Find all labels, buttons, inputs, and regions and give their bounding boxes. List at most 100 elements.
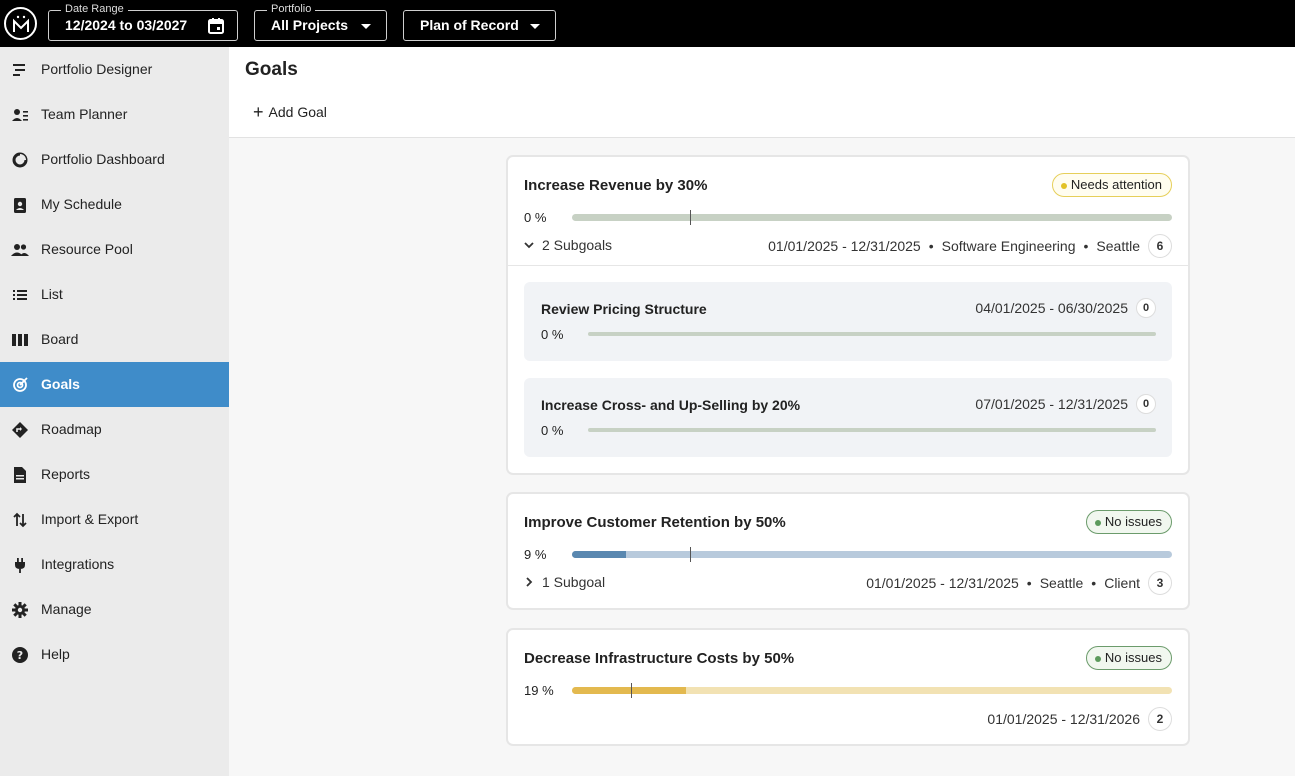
status-badge: Needs attention: [1051, 173, 1172, 197]
sidebar-item-label: Import & Export: [41, 511, 139, 527]
sidebar-item-my-schedule[interactable]: My Schedule: [0, 182, 229, 227]
goals-icon: [13, 377, 28, 392]
sidebar-item-board[interactable]: Board: [0, 317, 229, 362]
goal-client: Client: [1104, 575, 1140, 591]
status-dot-icon: [1060, 183, 1067, 189]
resource-pool-icon: [11, 244, 29, 256]
subgoal-dates: 07/01/2025 - 12/31/2025: [975, 396, 1128, 412]
chevron-down-icon: [530, 24, 540, 29]
goal-dates: 01/01/2025 - 12/31/2026: [987, 711, 1140, 727]
subgoal-card[interactable]: Increase Cross- and Up-Selling by 20% 07…: [524, 378, 1172, 457]
help-icon: ?: [12, 647, 28, 663]
subgoal-title: Increase Cross- and Up-Selling by 20%: [541, 397, 801, 413]
sidebar-item-label: List: [41, 286, 63, 302]
goal-card[interactable]: Increase Revenue by 30% Needs attention …: [506, 155, 1190, 475]
goal-meta: 01/01/2025 - 12/31/2025 • Software Engin…: [768, 234, 1172, 258]
status-badge: No issues: [1085, 646, 1172, 670]
goal-title: Increase Revenue by 30%: [524, 177, 708, 194]
integrations-icon: [15, 558, 25, 573]
goal-count-badge: 6: [1148, 234, 1172, 258]
sidebar-item-team-planner[interactable]: Team Planner: [0, 92, 229, 137]
sidebar-item-integrations[interactable]: Integrations: [0, 542, 229, 587]
portfolio-designer-icon: [13, 64, 25, 76]
plan-value: Plan of Record: [420, 17, 519, 33]
plan-select[interactable]: Plan of Record: [403, 10, 556, 41]
progress-bar: [572, 210, 1172, 225]
sidebar-item-roadmap[interactable]: Roadmap: [0, 407, 229, 452]
subgoal-card[interactable]: Review Pricing Structure 04/01/2025 - 06…: [524, 282, 1172, 361]
subgoal-count-badge: 0: [1136, 298, 1156, 318]
sidebar-item-label: Reports: [41, 466, 91, 482]
page-header: Goals + Add Goal: [229, 47, 1295, 138]
add-goal-label: Add Goal: [268, 104, 327, 120]
subgoals-toggle[interactable]: 2 Subgoals: [524, 237, 612, 253]
board-icon: [12, 334, 28, 346]
sidebar-item-manage[interactable]: Manage: [0, 587, 229, 632]
goal-title: Decrease Infrastructure Costs by 50%: [524, 650, 795, 667]
sidebar-item-reports[interactable]: Reports: [0, 452, 229, 497]
sidebar-item-label: Portfolio Dashboard: [41, 151, 165, 167]
subgoal-dates: 04/01/2025 - 06/30/2025: [975, 300, 1128, 316]
sidebar-item-resource-pool[interactable]: Resource Pool: [0, 227, 229, 272]
status-label: No issues: [1104, 650, 1162, 665]
progress-bar: [572, 547, 1172, 562]
status-dot-icon: [1094, 520, 1101, 526]
goal-card[interactable]: Improve Customer Retention by 50% No iss…: [506, 492, 1190, 610]
today-marker: [631, 683, 632, 698]
app-logo[interactable]: [4, 7, 37, 40]
calendar-icon[interactable]: [207, 17, 225, 40]
goal-location: Seattle: [1039, 575, 1084, 591]
sidebar-item-label: Integrations: [41, 556, 115, 572]
goal-percent: 19 %: [524, 683, 554, 698]
chevron-right-icon: [526, 577, 533, 587]
sidebar-item-import-export[interactable]: Import & Export: [0, 497, 229, 542]
subgoal-progress-bar: [588, 428, 1156, 432]
portfolio-label: Portfolio: [267, 2, 316, 16]
progress-fill: [572, 551, 626, 558]
subgoal-progress-bar: [588, 332, 1156, 336]
team-planner-icon: [12, 109, 28, 121]
status-label: No issues: [1104, 514, 1162, 529]
sidebar-item-label: Roadmap: [41, 421, 102, 437]
goal-meta: 01/01/2025 - 12/31/2025 • Seattle • Clie…: [866, 571, 1172, 595]
goal-percent: 0 %: [524, 210, 547, 225]
sidebar-item-help[interactable]: ? Help: [0, 632, 229, 677]
today-marker: [690, 547, 691, 562]
subgoal-meta: 07/01/2025 - 12/31/2025 0: [975, 394, 1156, 414]
divider: [508, 265, 1188, 266]
goal-card[interactable]: Decrease Infrastructure Costs by 50% No …: [506, 628, 1190, 746]
add-goal-button[interactable]: + Add Goal: [253, 102, 327, 122]
sidebar-item-portfolio-dashboard[interactable]: Portfolio Dashboard: [0, 137, 229, 182]
dashboard-icon: [12, 152, 28, 168]
plus-icon: +: [253, 102, 264, 122]
sidebar-item-label: My Schedule: [41, 196, 122, 212]
schedule-icon: [14, 198, 26, 213]
subgoal-title: Review Pricing Structure: [541, 301, 707, 317]
date-range-field[interactable]: Date Range 12/2024 to 03/2027: [48, 2, 238, 41]
progress-bar: [572, 683, 1172, 698]
reports-icon: [14, 467, 26, 483]
progress-fill: [572, 687, 686, 694]
sidebar-item-label: Goals: [41, 376, 80, 392]
portfolio-value: All Projects: [271, 17, 349, 33]
goal-dates: 01/01/2025 - 12/31/2025: [768, 238, 921, 254]
import-export-icon: [13, 512, 27, 528]
goal-percent: 9 %: [524, 547, 547, 562]
sidebar-item-goals[interactable]: Goals: [0, 362, 229, 407]
portfolio-select[interactable]: Portfolio All Projects: [254, 2, 387, 41]
sidebar-item-label: Team Planner: [41, 106, 128, 122]
subgoal-meta: 04/01/2025 - 06/30/2025 0: [975, 298, 1156, 318]
sidebar-item-portfolio-designer[interactable]: Portfolio Designer: [0, 47, 229, 92]
status-dot-icon: [1094, 656, 1101, 662]
sidebar-item-label: Manage: [41, 601, 92, 617]
sidebar: Portfolio Designer Team Planner Portfoli…: [0, 47, 229, 776]
subgoals-toggle[interactable]: 1 Subgoal: [524, 574, 605, 590]
goal-team: Software Engineering: [941, 238, 1076, 254]
page-title: Goals: [245, 59, 298, 80]
status-label: Needs attention: [1070, 177, 1162, 192]
sidebar-item-label: Resource Pool: [41, 241, 133, 257]
svg-text:?: ?: [17, 649, 23, 662]
top-bar: Date Range 12/2024 to 03/2027 Portfolio …: [0, 0, 1295, 47]
sidebar-item-list[interactable]: List: [0, 272, 229, 317]
gear-icon: [12, 602, 28, 618]
